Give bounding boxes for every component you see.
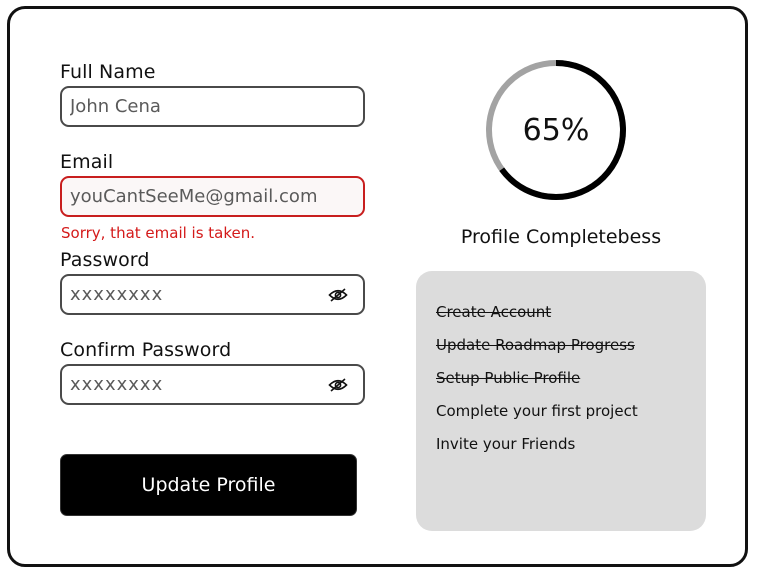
profile-completion-title: Profile Completebess <box>460 226 662 248</box>
checklist-item: Complete your first project <box>436 402 638 420</box>
full-name-field-box <box>60 86 365 127</box>
password-field-box <box>60 274 365 315</box>
checklist-item: Create Account <box>436 303 552 321</box>
profile-completion-value: 65% <box>522 112 590 148</box>
full-name-label: Full Name <box>60 61 156 83</box>
eye-off-icon[interactable] <box>327 287 349 303</box>
email-error-message: Sorry, that email is taken. <box>61 224 256 242</box>
full-name-input[interactable] <box>70 96 355 117</box>
checklist-item: Invite your Friends <box>436 435 576 453</box>
password-input[interactable] <box>70 284 327 305</box>
email-label: Email <box>60 151 114 173</box>
checklist-item: Setup Public Profile <box>436 369 581 387</box>
profile-checklist: Create Account Update Roadmap Progress S… <box>416 271 706 531</box>
email-field-box <box>60 176 365 217</box>
confirm-password-field-box <box>60 364 365 405</box>
confirm-password-input[interactable] <box>70 374 327 395</box>
password-label: Password <box>60 249 150 271</box>
update-profile-button[interactable]: Update Profile <box>60 454 357 516</box>
email-input[interactable] <box>70 186 355 207</box>
checklist-item: Update Roadmap Progress <box>436 336 635 354</box>
eye-off-icon[interactable] <box>327 377 349 393</box>
confirm-password-label: Confirm Password <box>60 339 232 361</box>
